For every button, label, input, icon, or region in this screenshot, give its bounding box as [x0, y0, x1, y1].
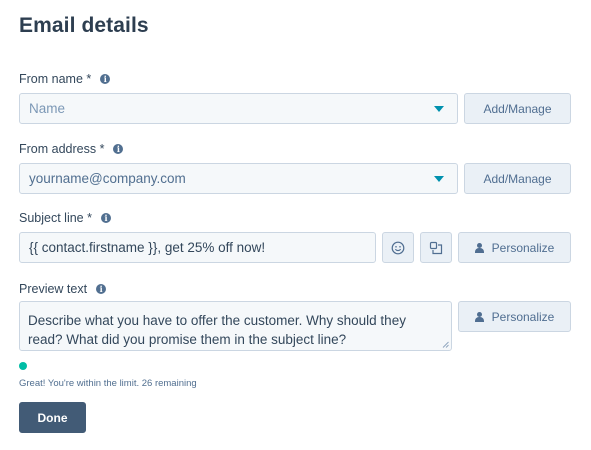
- preview-text-label: Preview text i: [19, 282, 107, 296]
- from-name-add-manage-button[interactable]: Add/Manage: [464, 93, 571, 124]
- info-icon[interactable]: i: [100, 74, 111, 84]
- from-address-select[interactable]: yourname@company.com: [19, 163, 458, 194]
- preview-text-textarea[interactable]: Describe what you have to offer the cust…: [19, 301, 452, 351]
- emoji-icon: [391, 241, 405, 254]
- limit-status-indicator: [19, 362, 27, 370]
- preview-personalize-button[interactable]: Personalize: [458, 301, 571, 332]
- page-title: Email details: [19, 14, 149, 37]
- from-address-label: From address * i: [19, 142, 124, 156]
- info-icon[interactable]: i: [100, 213, 111, 223]
- subject-line-label: Subject line * i: [19, 211, 111, 225]
- subject-line-label-text: Subject line *: [19, 211, 92, 225]
- subject-line-value: {{ contact.firstname }}, get 25% off now…: [29, 240, 266, 255]
- from-address-add-manage-button[interactable]: Add/Manage: [464, 163, 571, 194]
- subject-personalize-button[interactable]: Personalize: [458, 232, 571, 263]
- from-name-label: From name * i: [19, 72, 111, 86]
- person-icon: [474, 242, 484, 253]
- from-name-placeholder: Name: [29, 101, 66, 116]
- subject-line-input[interactable]: {{ contact.firstname }}, get 25% off now…: [19, 232, 376, 263]
- character-limit-message: Great! You're within the limit. 26 remai…: [19, 378, 197, 389]
- preview-text-label-text: Preview text: [19, 282, 88, 296]
- person-icon: [474, 311, 484, 322]
- subject-personalize-label: Personalize: [491, 240, 555, 255]
- from-address-value: yourname@company.com: [29, 171, 186, 186]
- info-icon[interactable]: i: [96, 284, 107, 294]
- preview-personalize-label: Personalize: [491, 309, 555, 324]
- caret-down-icon: [434, 175, 444, 182]
- preview-text-value: Describe what you have to offer the cust…: [28, 313, 406, 347]
- emoji-button[interactable]: [382, 232, 414, 263]
- resize-handle-icon[interactable]: [442, 341, 449, 348]
- done-button[interactable]: Done: [19, 402, 86, 433]
- from-address-label-text: From address *: [19, 142, 105, 156]
- from-name-label-text: From name *: [19, 72, 92, 86]
- snippet-button[interactable]: [420, 232, 452, 263]
- info-icon[interactable]: i: [113, 144, 124, 154]
- caret-down-icon: [434, 105, 444, 112]
- snippet-icon: [429, 241, 443, 254]
- from-name-select[interactable]: Name: [19, 93, 458, 124]
